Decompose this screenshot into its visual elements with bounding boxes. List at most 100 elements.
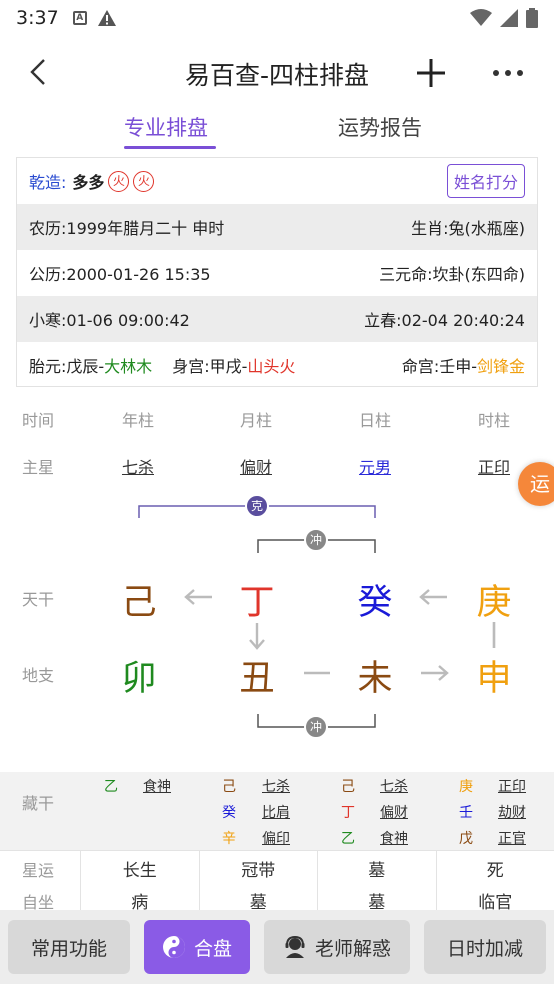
- add-icon[interactable]: [414, 56, 448, 90]
- zizuo-day: 墓: [317, 890, 436, 910]
- tiangan-hour: 庚: [476, 583, 512, 623]
- dizhi-label: 地支: [22, 666, 55, 685]
- sanyuan-ming: 三元命:坎卦(东四命): [379, 265, 525, 284]
- lichun-term: 立春:02-04 20:40:24: [364, 311, 525, 330]
- hidden-stem-god[interactable]: 劫财: [498, 802, 526, 822]
- tab-professional-chart[interactable]: 专业排盘: [124, 112, 208, 142]
- hidden-stem: 乙: [341, 831, 355, 847]
- hidden-stems-label: 藏干: [22, 794, 55, 813]
- common-functions-label: 常用功能: [30, 937, 107, 960]
- name-score-button[interactable]: 姓名打分: [446, 164, 525, 198]
- hidden-stem: 癸: [222, 805, 236, 821]
- taiyuan-prefix: 胎元:戊辰-: [29, 357, 105, 376]
- hidden-stem-god[interactable]: 食神: [380, 828, 408, 848]
- time-label: 时间: [22, 411, 55, 430]
- bottom-toolbar: 常用功能 合盘 老师解惑 日时加减: [0, 910, 554, 984]
- hidden-stem-god[interactable]: 七杀: [380, 776, 408, 796]
- person-name: 多多: [72, 173, 105, 192]
- taiyuan: 胎元:戊辰-大林木: [29, 353, 152, 377]
- tab-fortune-report[interactable]: 运势报告: [338, 112, 422, 142]
- main-star-label: 主星: [22, 458, 55, 477]
- teacher-answer-button[interactable]: 老师解惑: [264, 920, 410, 974]
- yin-yang-icon: [162, 936, 185, 958]
- palace-row: 胎元:戊辰-大林木 身宫:甲戌-山头火 命宫:壬申-剑锋金: [17, 342, 537, 388]
- hidden-stems-section: 藏干 乙 食神 己 七杀 癸 比肩 辛 偏印 己 七杀 丁 偏财 乙 食神 庚 …: [0, 772, 554, 850]
- zizuo-hour: 临官: [435, 890, 554, 910]
- status-time: 3:37: [16, 7, 59, 29]
- wifi-icon: [470, 9, 492, 26]
- tiangan-day: 癸: [357, 583, 393, 623]
- xingyun-month: 冠带: [198, 851, 318, 890]
- dizhi-month: 丑: [239, 659, 275, 699]
- hidden-stem-god[interactable]: 正印: [498, 776, 526, 796]
- battery-icon: [526, 8, 538, 28]
- dizhi-hour: 申: [476, 659, 512, 699]
- xingyun-label: 星运: [22, 861, 55, 880]
- hepan-button[interactable]: 合盘: [144, 920, 250, 974]
- solar-term-row: 小寒:01-06 09:00:42 立春:02-04 20:40:24: [17, 296, 537, 342]
- element-badge: 火: [133, 170, 155, 192]
- page-title: 易百查-四柱排盘: [184, 61, 370, 90]
- xingyun-hour: 死: [435, 851, 554, 890]
- warning-icon: [97, 10, 116, 26]
- column-day: 日柱: [358, 411, 391, 430]
- dizhi-year: 卯: [121, 659, 157, 699]
- ke-marker: 克: [250, 499, 263, 513]
- notification-a-icon: A: [72, 11, 87, 25]
- hidden-stem-god[interactable]: 食神: [143, 776, 171, 796]
- main-star-month[interactable]: 偏财: [216, 454, 296, 478]
- main-star-year[interactable]: 七杀: [98, 454, 178, 478]
- xingyun-day: 墓: [317, 851, 436, 890]
- more-icon[interactable]: [490, 56, 526, 90]
- zodiac: 生肖:兔(水瓶座): [411, 219, 525, 238]
- hidden-stem-god[interactable]: 正官: [498, 828, 526, 848]
- app-bar: 易百查-四柱排盘: [0, 44, 554, 102]
- name-row: 乾造: 多多 火 火 姓名打分: [17, 158, 537, 204]
- minggong-prefix: 命宫:壬申-: [401, 357, 477, 376]
- hidden-stem: 丁: [341, 805, 355, 821]
- hidden-stem-god[interactable]: 比肩: [262, 802, 290, 822]
- lunar-date: 农历:1999年腊月二十 申时: [29, 219, 225, 238]
- element-badge: 火: [108, 170, 130, 192]
- hidden-stem: 庚: [459, 779, 473, 795]
- main-star-day[interactable]: 元男: [335, 454, 415, 478]
- minggong: 命宫:壬申-剑锋金: [402, 353, 525, 377]
- teacher-answer-label: 老师解惑: [314, 937, 391, 960]
- hidden-stem: 壬: [459, 805, 473, 821]
- zizuo-month: 墓: [198, 890, 318, 910]
- zizuo-row: 自坐 病 墓 墓 临官: [0, 890, 554, 910]
- status-icons-left: A: [72, 9, 117, 27]
- xingyun-year: 长生: [80, 851, 199, 890]
- status-icons-right: [470, 8, 538, 28]
- minggong-value: 剑锋金: [476, 357, 525, 376]
- lunar-row: 农历:1999年腊月二十 申时 生肖:兔(水瓶座): [17, 204, 537, 250]
- headset-user-icon: [285, 935, 305, 958]
- xiaohan-term: 小寒:01-06 09:00:42: [29, 311, 190, 330]
- shengong-value: 山头火: [247, 357, 296, 376]
- tab-bar: 专业排盘 运势报告: [0, 108, 554, 154]
- hidden-stem: 乙: [104, 779, 118, 795]
- hidden-stem: 己: [222, 779, 236, 795]
- hidden-stem: 辛: [222, 831, 236, 847]
- dizhi-day: 未: [357, 659, 393, 699]
- tiangan-month: 丁: [239, 583, 275, 623]
- hidden-stem-god[interactable]: 七杀: [262, 776, 290, 796]
- zizuo-year: 病: [80, 890, 199, 910]
- adjust-time-button[interactable]: 日时加减: [424, 920, 546, 974]
- hidden-stem: 戊: [459, 831, 473, 847]
- taiyuan-value: 大林木: [104, 357, 153, 376]
- hidden-stem-god[interactable]: 偏印: [262, 828, 290, 848]
- common-functions-button[interactable]: 常用功能: [8, 920, 130, 974]
- hidden-stem-god[interactable]: 偏财: [380, 802, 408, 822]
- signal-icon: [500, 9, 518, 27]
- column-year: 年柱: [121, 411, 154, 430]
- shengong: 身宫:甲戌-山头火: [172, 353, 295, 377]
- gender-label: 乾造:: [29, 173, 67, 192]
- column-hour: 时柱: [477, 411, 510, 430]
- column-month: 月柱: [239, 411, 272, 430]
- tab-underline: [124, 146, 216, 149]
- solar-row: 公历:2000-01-26 15:35 三元命:坎卦(东四命): [17, 250, 537, 296]
- tiangan-year: 己: [121, 583, 157, 623]
- xingyun-row: 星运 长生 冠带 墓 死: [0, 850, 554, 890]
- tiangan-label: 天干: [22, 590, 55, 609]
